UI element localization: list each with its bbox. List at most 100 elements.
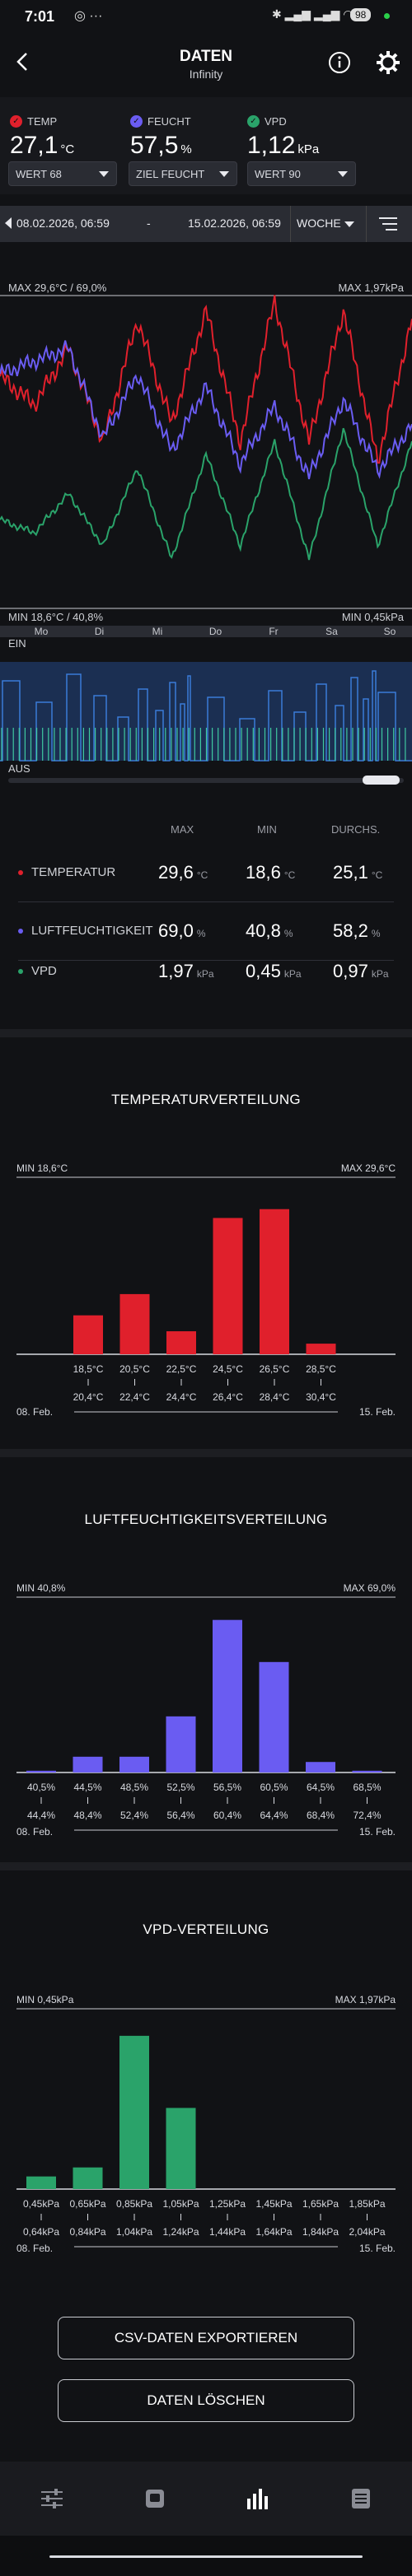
bin-start-label: 1,25kPa [209,2198,246,2210]
reading-temp: ✓ TEMP 27,1 °C [10,110,142,160]
bin-end-label: 2,04kPa [349,2226,385,2238]
stat-avg: 25,1 [333,862,368,883]
previous-icon[interactable] [5,217,12,229]
sort-icon[interactable] [379,216,397,232]
vpd-select[interactable]: WERT 90 [247,161,356,186]
distribution-bar [73,1315,103,1354]
day-label: Fr [269,626,278,637]
bin-start-label: 1,05kPa [162,2198,199,2210]
nav-log[interactable] [336,2480,386,2518]
stat-unit: kPa [371,968,389,980]
bin-end-label: 1,84kPa [302,2226,339,2238]
reading-unit: % [180,142,192,156]
nav-controls[interactable] [27,2480,77,2518]
bin-start-label: 64,5% [307,1782,335,1793]
chevron-down-icon [338,171,348,177]
distribution-bar [73,2167,103,2189]
date-end[interactable]: 15.02.2026, 06:59 [188,217,281,230]
bin-start-label: 18,5°C [73,1363,104,1375]
stat-name: LUFTFEUCHTIGKEIT [31,924,153,938]
bin-end-label: 28,4°C [260,1391,290,1403]
section-separator [0,1449,412,1457]
legend-dot [18,968,23,974]
home-indicator [49,2555,363,2558]
bin-start-label: 22,5°C [166,1363,197,1375]
reading-value: 1,12 [247,132,296,159]
bin-start-label: 1,85kPa [349,2198,385,2210]
status-notification-icons: ◎ ··· [74,9,103,23]
distribution-bar [306,1762,335,1772]
date-start[interactable]: 08.02.2026, 06:59 [16,217,110,230]
device-icon [146,2490,164,2508]
bottom-nav [0,2462,412,2536]
stat-unit: kPa [283,968,302,980]
delete-data-button[interactable]: DATEN LÖSCHEN [58,2379,354,2422]
bar-chart-icon [247,2489,268,2509]
vpd-distribution: VPD-VERTEILUNG MIN 0,45kPa MAX 1,97kPa 0… [0,1870,412,2274]
distribution-chart: 18,5°C 20,4°C 20,5°C 22,4°C 22,5°C 24,4°C 24,5… [16,1176,396,1413]
bin-end-label: 26,4°C [213,1391,243,1403]
stat-unit: % [371,928,381,939]
distribution-start: 08. Feb. [16,2243,54,2254]
distribution-bar [352,1770,382,1772]
stats-header-max: MAX [171,823,194,836]
period-select[interactable]: WOCHE [297,217,341,230]
battery-icon: 98 [350,8,372,21]
line-chart-svg: Mo Di Mi Do Fr Sa So [0,295,412,785]
temp-select[interactable]: WERT 68 [8,161,117,186]
select-label: WERT 68 [16,167,62,180]
stat-min: 40,8 [246,920,281,941]
stat-max: 29,6 [158,862,194,883]
bin-start-label: 56,5% [213,1782,241,1793]
divider [290,206,291,242]
scroll-handle[interactable] [363,776,400,785]
divider [366,206,367,242]
history-chart[interactable]: MAX 29,6°C / 69,0% MAX 1,97kPa Mo Di Mi Do F… [0,242,412,794]
bin-end-label: 52,4% [120,1810,148,1821]
temperature-distribution: TEMPERATURVERTEILUNG MIN 18,6°C MAX 29,6… [0,1037,412,1449]
distribution-bar [73,1756,103,1772]
bin-start-label: 52,5% [166,1782,194,1793]
bin-start-label: 40,5% [27,1782,55,1793]
day-label: Do [209,626,222,637]
distribution-bar [259,1661,289,1772]
stats-row-temp: TEMPERATUR 29,6 °C 18,6 °C 25,1 °C [0,844,412,901]
stat-name: TEMPERATUR [31,865,116,879]
stat-unit: °C [196,869,208,881]
distribution-bar [166,1716,196,1772]
gear-icon[interactable] [375,49,401,76]
reading-value: 57,5 [130,132,179,159]
bin-end-label: 64,4% [260,1810,288,1821]
stats-header-avg: DURCHS. [331,823,381,836]
legend-dot [18,869,23,875]
bin-end-label: 0,84kPa [69,2226,105,2238]
distribution-end: 15. Feb. [358,2243,396,2254]
day-label: Mo [35,626,49,637]
scroll-track[interactable] [8,778,404,783]
export-csv-button[interactable]: CSV-DATEN EXPORTIEREN [58,2317,354,2359]
reading-value: 27,1 [10,132,59,159]
signal-icon: ✱ ▂▄▆ ▂▄▆ ◠ [272,7,353,21]
nav-device[interactable] [130,2480,180,2518]
legend-dot [18,928,23,934]
date-separator: - [147,217,151,230]
nav-data[interactable] [232,2480,282,2518]
distribution-bar [119,2035,149,2189]
bin-start-label: 0,45kPa [23,2198,59,2210]
chevron-down-icon [344,221,354,227]
bin-end-label: 1,24kPa [162,2226,199,2238]
select-label: WERT 90 [255,167,301,180]
status-bar: 7:01 ◎ ··· ✱ ▂▄▆ ▂▄▆ ◠ 98 [0,0,412,33]
check-icon: ✓ [247,114,260,128]
bin-start-label: 0,65kPa [69,2198,105,2210]
bin-end-label: 1,04kPa [116,2226,152,2238]
info-icon[interactable] [327,50,352,75]
home-indicator-bar [0,2536,412,2576]
bin-start-label: 20,5°C [119,1363,150,1375]
bin-end-label: 56,4% [166,1810,194,1821]
bin-start-label: 0,85kPa [116,2198,152,2210]
stat-avg: 58,2 [333,920,368,941]
distribution-bar [166,2108,196,2189]
reading-vpd: ✓ VPD 1,12 kPa [247,110,379,160]
humidity-select[interactable]: ZIEL FEUCHT [129,161,237,186]
